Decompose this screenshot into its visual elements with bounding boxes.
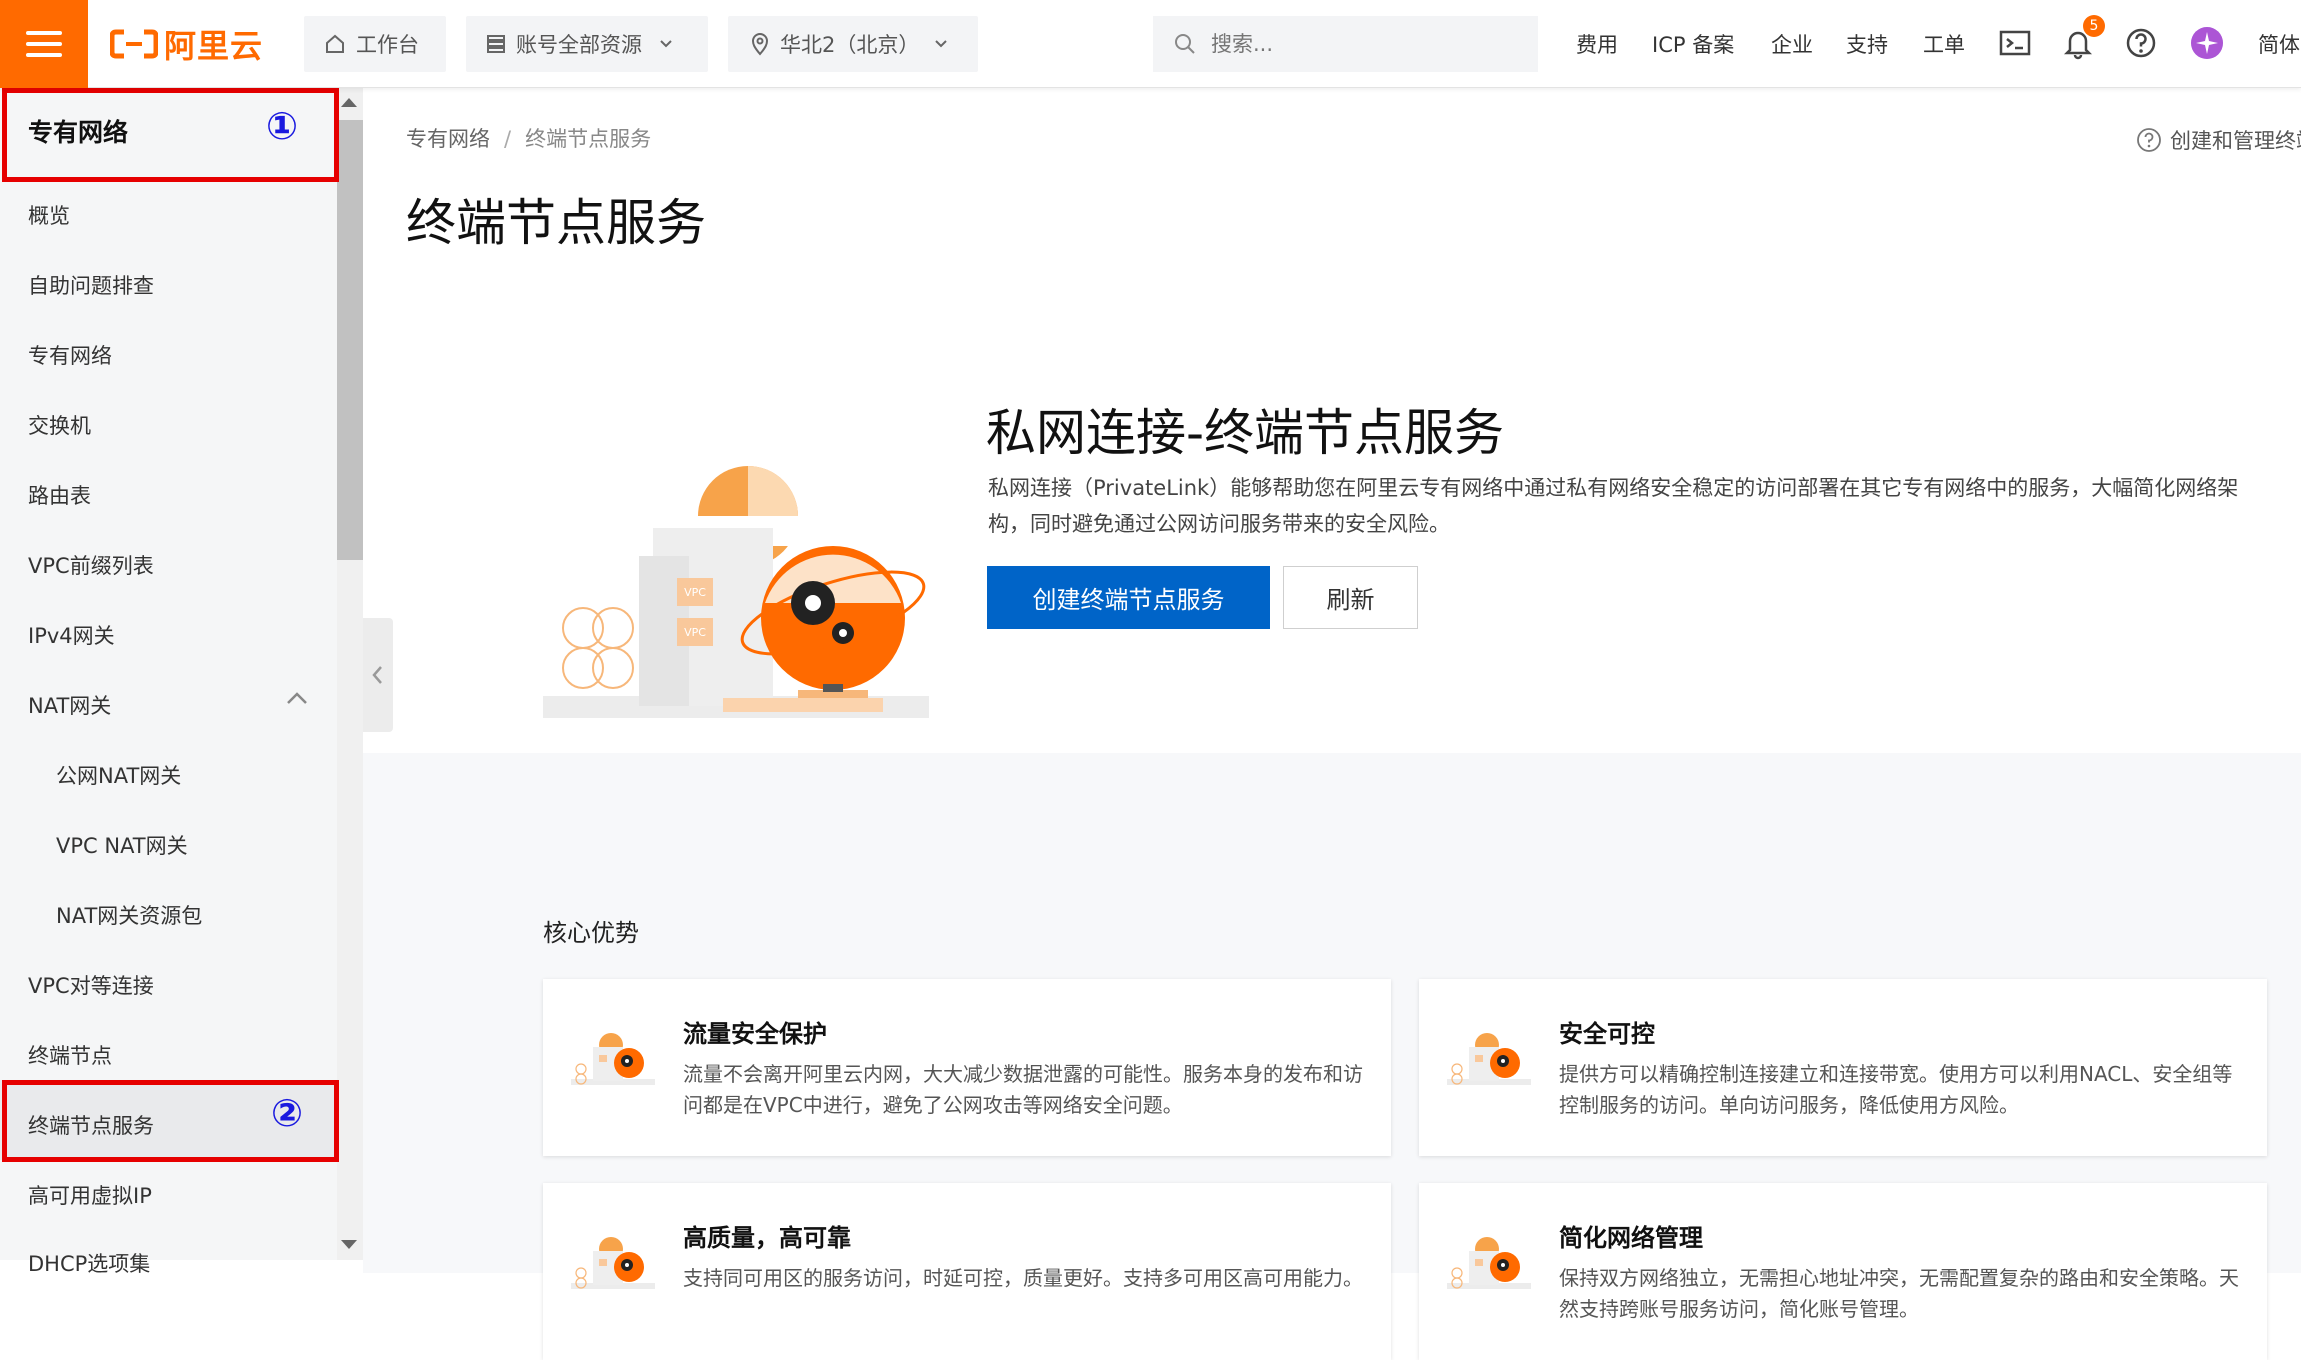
search-box[interactable] <box>1153 16 1538 72</box>
refresh-button[interactable]: 刷新 <box>1283 566 1418 629</box>
breadcrumb-separator: / <box>504 127 512 151</box>
account-resources-dropdown[interactable]: 账号全部资源 <box>466 16 708 72</box>
stack-icon <box>487 35 505 53</box>
sidebar-item-troubleshoot[interactable]: 自助问题排查 <box>28 270 154 300</box>
sidebar-item-prefix-list[interactable]: VPC前缀列表 <box>28 550 154 580</box>
vpc-label-1: VPC <box>684 586 706 599</box>
search-input[interactable] <box>1209 31 1509 57</box>
workbench-label: 工作台 <box>356 33 419 57</box>
main-content: 专有网络 / 终端节点服务 创建和管理终端节点服务 终端节点服务 VPC VPC <box>363 88 2301 1360</box>
advantage-card: 安全可控 提供方可以精确控制连接建立和连接带宽。使用方可以利用NACL、安全组等… <box>1419 979 2267 1156</box>
advantage-card-description: 提供方可以精确控制连接建立和连接带宽。使用方可以利用NACL、安全组等控制服务的… <box>1559 1062 2233 1117</box>
advantage-card-title: 简化网络管理 <box>1559 1224 1703 1252</box>
advantage-card-title: 流量安全保护 <box>683 1020 827 1048</box>
avatar[interactable] <box>2190 26 2224 60</box>
advantage-card-description: 保持双方网络独立，无需担心地址冲突，无需配置复杂的路由和安全策略。天然支持跨账号… <box>1559 1266 2239 1321</box>
question-circle-icon <box>2137 128 2161 152</box>
icp-link[interactable]: ICP 备案 <box>1652 29 1734 59</box>
support-link[interactable]: 支持 <box>1846 29 1888 59</box>
hero-illustration: VPC VPC <box>543 466 929 718</box>
logo-bracket-icon <box>110 29 158 59</box>
hero-title: 私网连接-终端节点服务 <box>986 404 1505 462</box>
sidebar-item-endpoint[interactable]: 终端节点 <box>28 1040 112 1070</box>
top-bar: 阿里云 工作台 账号全部资源 华北2（北京） 搜索... 费用 ICP 备案 企… <box>0 0 2301 88</box>
breadcrumb-parent[interactable]: 专有网络 <box>406 127 490 151</box>
search-icon <box>1175 34 1195 54</box>
advantage-card: 流量安全保护 流量不会离开阿里云内网，大大减少数据泄露的可能性。服务本身的发布和… <box>543 979 1391 1156</box>
sidebar-item-overview[interactable]: 概览 <box>28 200 70 230</box>
advantages-heading: 核心优势 <box>543 919 639 947</box>
chevron-down-icon <box>660 40 672 48</box>
advantage-card-title: 高质量，高可靠 <box>683 1224 851 1252</box>
fees-link[interactable]: 费用 <box>1576 29 1618 59</box>
notification-badge: 5 <box>2083 15 2105 37</box>
account-resources-label: 账号全部资源 <box>516 33 642 57</box>
advantage-illustration-icon <box>1447 1237 1531 1289</box>
logo-text: 阿里云 <box>164 27 264 65</box>
sidebar-item-nat-package[interactable]: NAT网关资源包 <box>56 900 202 930</box>
home-icon <box>326 34 344 53</box>
sidebar-item-dhcp[interactable]: DHCP选项集 <box>28 1248 150 1278</box>
sidebar-item-ipv4-gateway[interactable]: IPv4网关 <box>28 620 115 650</box>
sidebar-item-public-nat[interactable]: 公网NAT网关 <box>56 760 181 790</box>
sidebar-item-vpc[interactable]: 专有网络 <box>28 340 112 370</box>
chevron-up-icon[interactable] <box>285 690 309 706</box>
page-title: 终端节点服务 <box>406 194 706 252</box>
scroll-up-arrow-icon[interactable] <box>341 98 357 107</box>
scroll-down-arrow-icon[interactable] <box>341 1240 357 1249</box>
enterprise-link[interactable]: 企业 <box>1771 29 1813 59</box>
sidebar-item-havip[interactable]: 高可用虚拟IP <box>28 1180 152 1210</box>
menu-icon[interactable] <box>0 0 88 88</box>
advantage-illustration-icon <box>571 1033 655 1085</box>
sidebar-scroll-thumb[interactable] <box>337 120 363 560</box>
language-link[interactable]: 简体 <box>2258 29 2300 59</box>
annotation-number-1: ① <box>266 104 299 148</box>
advantage-card-title: 安全可控 <box>1559 1020 1655 1048</box>
sidebar-item-vswitch[interactable]: 交换机 <box>28 410 91 440</box>
create-endpoint-service-button[interactable]: 创建终端节点服务 <box>987 566 1270 629</box>
advantage-card-description: 支持同可用区的服务访问，时延可控，质量更好。支持多可用区高可用能力。 <box>683 1266 1363 1290</box>
ticket-link[interactable]: 工单 <box>1923 29 1965 59</box>
sidebar-item-vpc-peering[interactable]: VPC对等连接 <box>28 970 154 1000</box>
vpc-label-2: VPC <box>684 626 706 639</box>
terminal-icon[interactable] <box>1998 26 2032 60</box>
help-icon[interactable] <box>2124 26 2158 60</box>
advantage-card-description: 流量不会离开阿里云内网，大大减少数据泄露的可能性。服务本身的发布和访问都是在VP… <box>683 1062 1363 1117</box>
advantage-illustration-icon <box>571 1237 655 1289</box>
help-doc-link[interactable]: 创建和管理终端节点服务 <box>2136 125 2301 155</box>
advantage-card: 简化网络管理 保持双方网络独立，无需担心地址冲突，无需配置复杂的路由和安全策略。… <box>1419 1183 2267 1360</box>
advantage-illustration-icon <box>1447 1033 1531 1085</box>
annotation-number-2: ② <box>271 1091 304 1135</box>
sidebar-item-route-table[interactable]: 路由表 <box>28 480 91 510</box>
region-dropdown[interactable]: 华北2（北京） <box>728 16 978 72</box>
help-doc-label: 创建和管理终端节点服务 <box>2170 129 2301 153</box>
chevron-down-icon <box>935 40 948 48</box>
aliyun-logo[interactable]: 阿里云 <box>110 22 263 66</box>
sidebar-item-nat-gateway[interactable]: NAT网关 <box>28 690 111 720</box>
hero-description: 私网连接（PrivateLink）能够帮助您在阿里云专有网络中通过私有网络安全稳… <box>988 476 2239 536</box>
sidebar-item-vpc-nat[interactable]: VPC NAT网关 <box>56 830 188 860</box>
core-advantages-section: 核心优势 流量安全保护 流量不会离开阿里云内网，大大减少数据泄露的可能性。服务本… <box>363 753 2301 1360</box>
location-pin-icon <box>751 33 769 56</box>
workbench-button[interactable]: 工作台 <box>304 16 446 72</box>
breadcrumb-current: 终端节点服务 <box>525 127 652 151</box>
advantage-card: 高质量，高可靠 支持同可用区的服务访问，时延可控，质量更好。支持多可用区高可用能… <box>543 1183 1391 1360</box>
breadcrumb: 专有网络 / 终端节点服务 <box>406 123 651 153</box>
region-label: 华北2（北京） <box>780 33 920 57</box>
